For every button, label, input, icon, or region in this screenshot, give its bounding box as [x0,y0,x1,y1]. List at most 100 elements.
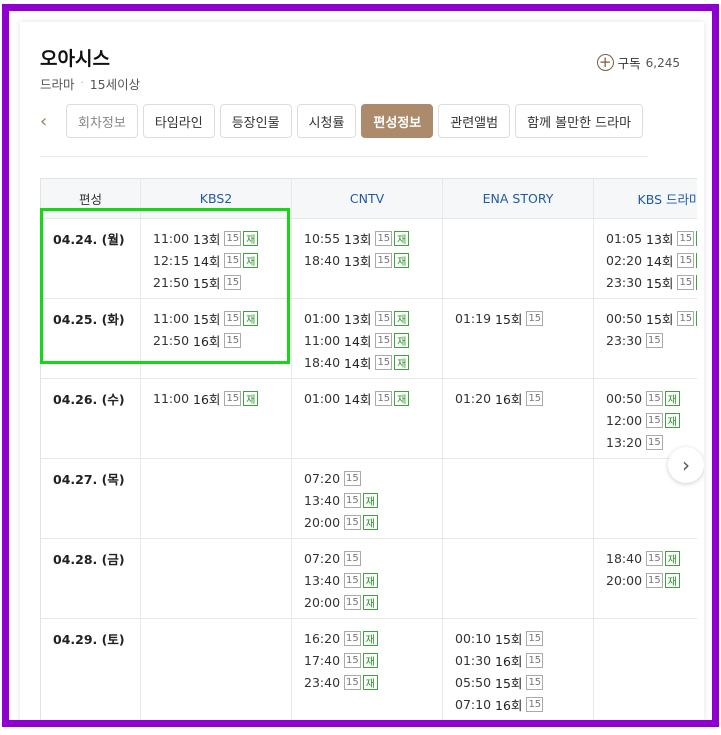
broadcast-time: 02:20 [606,252,643,268]
episode-number: 16회 [495,697,523,713]
age-rating-badge: 15 [224,332,242,348]
broadcast-entry: 18:40 13회 15 재 [304,249,430,271]
tab-ratings[interactable]: 시청률 [296,104,357,138]
broadcast-entry: 01:0513회15재 [606,227,697,249]
rerun-badge: 재 [664,550,680,566]
schedule-cell [141,539,292,619]
chevron-left-icon[interactable]: ‹ [40,104,58,138]
tab-episode-info[interactable]: 회차정보 [66,104,138,138]
schedule-date: 04.26. (수) [41,379,141,459]
age-rating-badge: 15 [344,514,361,530]
broadcast-entry: 13:40 15 재 [304,569,430,591]
age-rating-badge: 15 [646,550,663,566]
schedule-date: 04.25. (화) [41,299,141,379]
broadcast-time: 18:40 [304,252,341,268]
tab-label: 함께 볼만한 드라마 [527,115,632,131]
broadcast-entry: 05:50 15회 15 [455,671,581,693]
schedule-date: 04.27. (목) [41,459,141,539]
rerun-badge: 재 [696,310,697,326]
broadcast-entry: 23:30 15 [606,329,697,351]
broadcast-entry: 17:40 15 재 [304,649,430,671]
broadcast-time: 00:10 [455,630,492,646]
column-header-channel: KBS2 [141,179,292,219]
tab-label: 시청률 [308,115,345,131]
broadcast-time: 01:05 [606,230,643,246]
rerun-badge: 재 [394,332,410,348]
broadcast-entry: 11:00 16회 15 재 [153,387,279,409]
episode-number: 14회 [344,391,372,407]
broadcast-time: 01:00 [304,390,341,406]
column-header-schedule: 편성 [41,179,141,219]
broadcast-time: 18:40 [606,550,643,566]
broadcast-entry: 18:40 14회 15 재 [304,351,430,373]
episode-number: 15회 [495,631,523,647]
age-rating-badge: 15 [344,674,361,690]
broadcast-entry: 01:30 16회 15 [455,649,581,671]
schedule-date: 04.29. (토) [41,619,141,720]
age-rating-badge: 15 [224,230,242,246]
broadcast-entry: 11:00 14회 15 재 [304,329,430,351]
tab-cast[interactable]: 등장인물 [219,104,292,138]
rerun-badge: 재 [362,630,378,646]
age-rating-badge: 15 [375,310,393,326]
age-rating-badge: 15 [224,310,242,326]
episode-number: 13회 [344,311,372,327]
tab-albums[interactable]: 관련앨범 [438,104,511,138]
schedule-cell [443,539,594,619]
broadcast-time: 05:50 [455,674,492,690]
broadcast-time: 20:00 [304,594,341,610]
meta-separator: · [80,78,84,89]
rerun-badge: 재 [243,310,259,326]
episode-number: 16회 [495,653,523,669]
rerun-badge: 재 [362,514,378,530]
episode-number: 13회 [193,231,221,247]
broadcast-time: 11:00 [304,332,341,348]
schedule-cell: 07:20 15 13:40 15 재 20:00 15 재 [292,539,443,619]
rerun-badge: 재 [243,390,259,406]
broadcast-time: 01:30 [455,652,492,668]
tab-recommended-dramas[interactable]: 함께 볼만한 드라마 [515,104,644,138]
broadcast-entry: 18:40 15 재 [606,547,697,569]
broadcast-entry: 21:50 15회 15 [153,271,279,293]
episode-number: 15회 [193,275,221,291]
age-rating-badge: 15 [344,630,361,646]
rerun-badge: 재 [696,252,697,268]
schedule-table[interactable]: 편성 KBS2 CNTV ENA STORY KBS 드라마 04.24. (월) 11:0… [40,178,697,720]
episode-number: 15회 [646,275,674,291]
schedule-cell: 01:00 13회 15 재 11:00 14회 15 재 18:40 14회 15 재 [292,299,443,379]
age-rating-badge: 15 [646,390,663,406]
rerun-badge: 재 [696,274,697,290]
tab-label: 관련앨범 [450,115,499,131]
broadcast-entry: 16:20 15 재 [304,627,430,649]
rerun-badge: 재 [362,594,378,610]
broadcast-time: 11:00 [153,390,190,406]
broadcast-time: 12:00 [606,412,643,428]
column-header-channel: ENA STORY [443,179,594,219]
rerun-badge: 재 [696,230,697,246]
episode-number: 13회 [344,231,372,247]
rerun-badge: 재 [243,230,259,246]
table-scroll-next-button[interactable]: › [668,447,704,483]
broadcast-entry: 11:00 15회 15 재 [153,307,279,329]
age-rating-badge: 15 [344,652,361,668]
schedule-cell [443,219,594,299]
broadcast-time: 23:30 [606,274,643,290]
tab-schedule[interactable]: 편성정보 [361,104,434,138]
broadcast-entry: 00:5015회15재 [606,307,697,329]
tab-timeline[interactable]: 타임라인 [142,104,215,138]
subscribe-count: 6,245 [645,55,680,70]
age-rating-badge: 15 [375,230,393,246]
broadcast-entry: 12:00 15 재 [606,409,697,431]
schedule-cell: 00:10 15회 15 01:30 16회 15 05:50 15회 15 07:10 16회 15 [443,619,594,720]
broadcast-entry: 23:3015회15재 [606,271,697,293]
column-header-channel: KBS 드라마 [594,179,697,219]
broadcast-time: 13:20 [606,434,643,450]
broadcast-entry: 23:40 15 재 [304,671,430,693]
broadcast-time: 10:55 [304,230,341,246]
age-rating-badge: 15 [677,310,695,326]
subscribe-button[interactable]: + 구독 6,245 [596,53,680,72]
age-rating-badge: 15 [344,550,361,566]
rerun-badge: 재 [362,492,378,508]
rerun-badge: 재 [362,572,378,588]
broadcast-time: 16:20 [304,630,341,646]
